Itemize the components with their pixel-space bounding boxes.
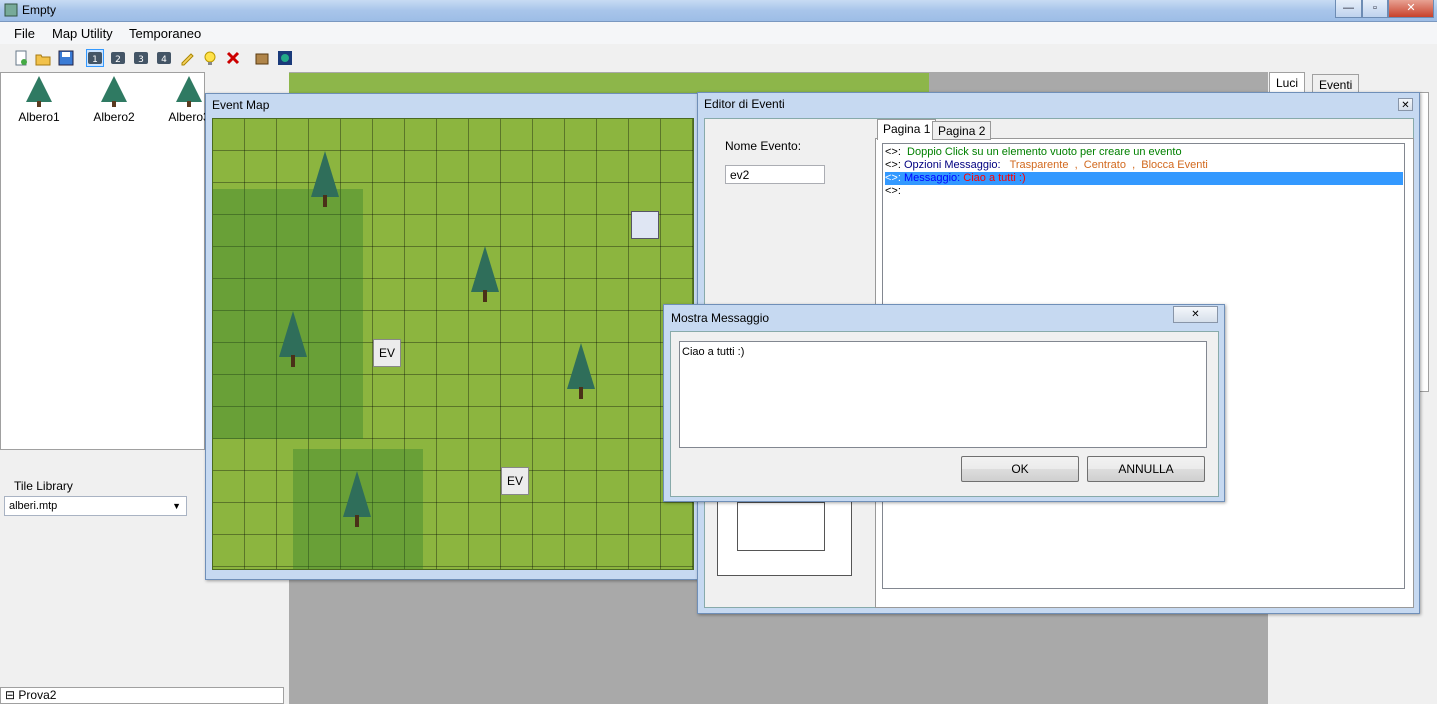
- command-row[interactable]: <>: Opzioni Messaggio: Trasparente , Cen…: [885, 159, 1403, 172]
- minimize-button[interactable]: —: [1335, 0, 1362, 18]
- tab-eventi[interactable]: Eventi: [1312, 74, 1360, 94]
- app-icon: [4, 3, 18, 17]
- npc-sprite-icon[interactable]: [631, 211, 659, 239]
- tile-library-value: alberi.mtp: [9, 500, 58, 512]
- bulb-icon[interactable]: [202, 50, 218, 66]
- map-tree-icon: [279, 311, 307, 367]
- tab-luci[interactable]: Luci: [1269, 72, 1306, 92]
- command-prefix: <>:: [885, 185, 901, 197]
- chevron-down-icon: ▼: [172, 501, 181, 511]
- tile-panel: [0, 72, 205, 450]
- tile-albero2-label: Albero2: [93, 110, 135, 124]
- package-icon[interactable]: [254, 50, 270, 66]
- option-centrato: Centrato: [1083, 159, 1126, 171]
- event-name-label: Nome Evento:: [725, 139, 802, 153]
- delete-icon[interactable]: [225, 50, 241, 66]
- toolbar: 1 2 3 4: [0, 45, 1437, 71]
- menu-map-utility[interactable]: Map Utility: [52, 26, 113, 41]
- save-icon[interactable]: [58, 50, 74, 66]
- layer-3-icon[interactable]: 3: [133, 50, 149, 66]
- command-prefix: <>:: [885, 172, 901, 184]
- command-row-selected[interactable]: <>: Messaggio: Ciao a tutti :): [885, 172, 1403, 185]
- tile-albero1-icon[interactable]: [22, 74, 56, 108]
- option-blocca-eventi: Blocca Eventi: [1141, 159, 1208, 171]
- map-tree-icon: [471, 246, 499, 302]
- command-text: Opzioni Messaggio:: [900, 159, 1001, 171]
- map-icon[interactable]: [277, 50, 293, 66]
- event-name-input[interactable]: ev2: [725, 165, 825, 184]
- layer-1-icon[interactable]: 1: [87, 50, 103, 66]
- tile-library-select[interactable]: alberi.mtp ▼: [4, 496, 187, 516]
- layer-2-number: 2: [115, 55, 121, 65]
- layer-3-number: 3: [138, 55, 144, 65]
- event-map-title: Event Map: [212, 98, 270, 112]
- event-graphic-preview[interactable]: [717, 495, 852, 576]
- tree-expand-icon[interactable]: ⊟: [5, 688, 15, 702]
- command-prefix: <>:: [885, 146, 901, 158]
- map-tree-icon: [311, 151, 339, 207]
- dialog-close-icon[interactable]: ✕: [1173, 306, 1218, 323]
- layer-2-icon[interactable]: 2: [110, 50, 126, 66]
- background-map-strip: [289, 73, 929, 93]
- layer-4-number: 4: [161, 55, 167, 65]
- tile-albero1-label: Albero1: [18, 110, 60, 124]
- editor-close-icon[interactable]: ✕: [1398, 98, 1413, 111]
- cancel-button[interactable]: ANNULLA: [1087, 456, 1205, 482]
- menu-temporaneo[interactable]: Temporaneo: [129, 26, 201, 41]
- preview-frame: [737, 502, 825, 551]
- tile-albero2-icon[interactable]: [97, 74, 131, 108]
- tab-pagina-1[interactable]: Pagina 1: [877, 119, 937, 140]
- message-textarea[interactable]: Ciao a tutti :): [679, 341, 1207, 448]
- ok-button[interactable]: OK: [961, 456, 1079, 482]
- dialog-title: Mostra Messaggio: [671, 311, 770, 325]
- new-icon[interactable]: [13, 50, 29, 66]
- menu-bar: File Map Utility Temporaneo: [0, 22, 1437, 44]
- map-tree-icon: [343, 471, 371, 527]
- command-row-empty[interactable]: <>:: [885, 185, 1403, 198]
- close-button[interactable]: ✕: [1388, 0, 1434, 18]
- layer-4-icon[interactable]: 4: [156, 50, 172, 66]
- command-text: Messaggio:: [900, 172, 961, 184]
- maximize-button[interactable]: ▫: [1362, 0, 1388, 18]
- pencil-icon[interactable]: [179, 50, 195, 66]
- event-marker[interactable]: EV: [501, 467, 529, 495]
- map-tree-icon: [567, 343, 595, 399]
- tab-pagina-2[interactable]: Pagina 2: [932, 121, 992, 140]
- event-marker[interactable]: EV: [373, 339, 401, 367]
- event-map-window: Event Map EV EV: [205, 93, 699, 580]
- open-icon[interactable]: [35, 50, 51, 66]
- window-title: Empty: [22, 3, 57, 17]
- project-tree[interactable]: ⊟ Prova2: [0, 687, 284, 704]
- command-text: Doppio Click su un elemento vuoto per cr…: [900, 146, 1182, 158]
- tile-albero3-icon[interactable]: [172, 74, 206, 108]
- tree-node-prova2[interactable]: Prova2: [18, 688, 56, 702]
- event-editor-title: Editor di Eventi: [704, 97, 785, 111]
- command-prefix: <>:: [885, 159, 901, 171]
- option-trasparente: Trasparente: [1009, 159, 1069, 171]
- layer-1-number: 1: [92, 55, 98, 65]
- tile-library-label: Tile Library: [14, 479, 73, 493]
- map-grid[interactable]: EV EV: [212, 118, 694, 570]
- command-value: Ciao a tutti :): [960, 172, 1026, 184]
- command-row[interactable]: <>: Doppio Click su un elemento vuoto pe…: [885, 146, 1403, 159]
- menu-file[interactable]: File: [14, 26, 35, 41]
- title-bar: Empty — ▫ ✕: [0, 0, 1437, 22]
